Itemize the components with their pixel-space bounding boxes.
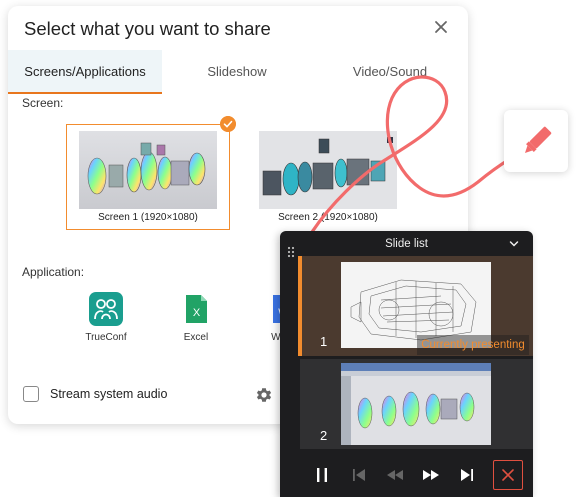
dialog-title: Select what you want to share xyxy=(24,18,271,39)
screen-option-1[interactable]: Screen 1 (1920×1080) xyxy=(66,124,230,230)
screen-1-thumbnail xyxy=(79,131,217,209)
stop-button[interactable] xyxy=(493,460,523,490)
first-slide-icon[interactable] xyxy=(347,463,371,487)
tab-slideshow[interactable]: Slideshow xyxy=(162,50,312,94)
selected-check-icon xyxy=(220,116,236,132)
svg-text:X: X xyxy=(193,307,201,319)
tab-video-sound[interactable]: Video/Sound xyxy=(312,50,468,94)
screen-2-thumbnail xyxy=(259,131,397,209)
app-label-excel: Excel xyxy=(183,332,209,343)
stream-audio-label: Stream system audio xyxy=(50,387,168,401)
slide-1-number: 1 xyxy=(320,334,328,349)
trueconf-icon xyxy=(89,292,123,326)
slide-list-panel: Slide list 1 Currently presenting 2 xyxy=(280,231,533,497)
screen-option-2[interactable]: Screen 2 (1920×1080) xyxy=(246,124,410,230)
application-section-label: Application: xyxy=(22,265,85,279)
slideshow-controls xyxy=(300,453,533,497)
chevron-down-icon[interactable] xyxy=(509,239,519,249)
slide-item-2[interactable]: 2 xyxy=(300,359,533,449)
app-option-excel[interactable]: X Excel xyxy=(166,292,226,343)
rewind-icon[interactable] xyxy=(383,463,407,487)
currently-presenting-label: Currently presenting xyxy=(417,335,529,355)
stop-icon xyxy=(502,469,514,481)
pause-icon[interactable] xyxy=(310,463,334,487)
app-option-trueconf[interactable]: TrueConf xyxy=(76,292,136,343)
stream-audio-checkbox[interactable] xyxy=(23,386,39,402)
slide-2-thumbnail xyxy=(341,363,491,445)
app-label-trueconf: TrueConf xyxy=(85,332,127,343)
screen-2-caption: Screen 2 (1920×1080) xyxy=(278,212,378,223)
gear-icon[interactable] xyxy=(255,386,273,404)
slide-list-title: Slide list xyxy=(385,238,428,250)
last-slide-icon[interactable] xyxy=(455,463,479,487)
marker-icon xyxy=(524,126,552,154)
excel-icon: X xyxy=(186,295,207,323)
annotation-tool[interactable] xyxy=(504,110,568,172)
screen-share-stage: Select what you want to share Screens/Ap… xyxy=(0,0,577,497)
tab-screens-applications[interactable]: Screens/Applications xyxy=(8,50,162,94)
screen-1-caption: Screen 1 (1920×1080) xyxy=(98,212,198,223)
slide-2-number: 2 xyxy=(320,428,328,443)
screen-section-label: Screen: xyxy=(22,96,64,110)
fast-forward-icon[interactable] xyxy=(419,463,443,487)
close-icon[interactable] xyxy=(431,17,451,37)
